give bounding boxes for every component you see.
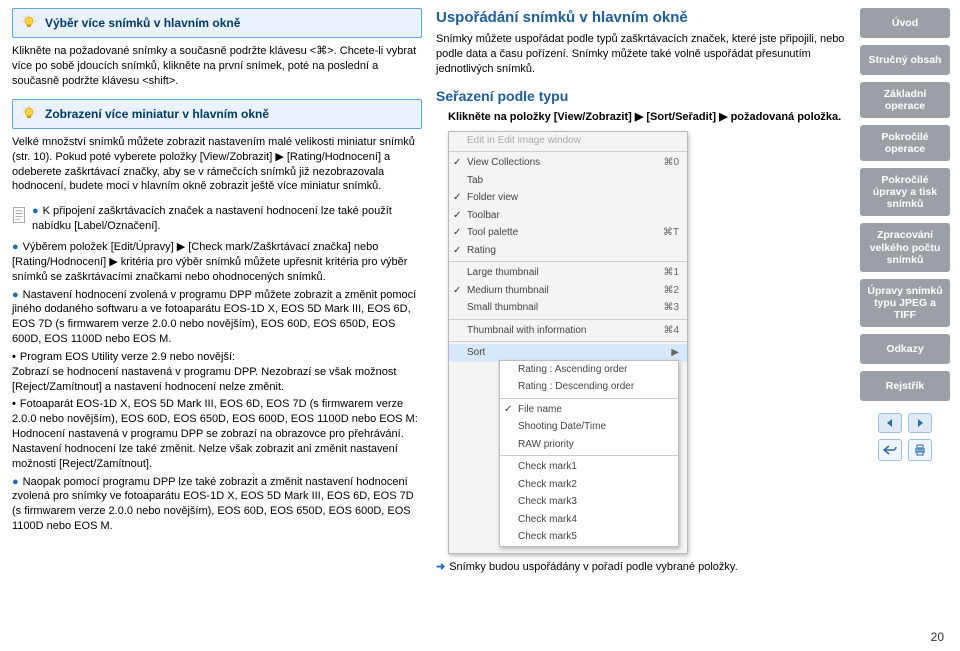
subitem-2: •Fotoaparát EOS-1D X, EOS 5D Mark III, E… (12, 397, 422, 471)
heading-sort-type: Seřazení podle typu (436, 87, 846, 106)
sort-check5[interactable]: Check mark5 (500, 528, 678, 546)
heading-arrange: Uspořádání snímků v hlavním okně (436, 8, 846, 28)
sort-step: Klikněte na položky [View/Zobrazit] ▶ [S… (448, 110, 846, 125)
sidebar: Úvod Stručný obsah Základní operace Pokr… (860, 8, 950, 574)
lightbulb-icon (21, 15, 37, 31)
sort-check4[interactable]: Check mark4 (500, 511, 678, 529)
page-next-button[interactable] (908, 413, 932, 433)
sort-raw-priority[interactable]: RAW priority (500, 436, 678, 454)
note-icon (12, 206, 26, 224)
arrange-intro: Snímky můžete uspořádat podle typů zaškr… (436, 32, 846, 77)
menu-thumb-info[interactable]: Thumbnail with information⌘4 (449, 322, 687, 340)
menu-edit-image: Edit in Edit image window (449, 132, 687, 150)
bullet-1: ●Výběrem položek [Edit/Úpravy] ▶ [Check … (12, 240, 422, 285)
sort-rating-asc[interactable]: Rating : Ascending order (500, 361, 678, 379)
menu-medium-thumb[interactable]: Medium thumbnail⌘2 (449, 282, 687, 300)
pager (860, 413, 950, 433)
nav-advanced[interactable]: Pokročilé operace (860, 125, 950, 161)
nav-jpeg-tiff[interactable]: Úpravy snímků typu JPEG a TIFF (860, 279, 950, 327)
menu-tool-palette[interactable]: Tool palette⌘T (449, 224, 687, 242)
page-prev-button[interactable] (878, 413, 902, 433)
sort-submenu: Rating : Ascending order Rating : Descen… (499, 360, 679, 547)
menu-view-collections[interactable]: View Collections⌘0 (449, 154, 687, 172)
nav-basic[interactable]: Základní operace (860, 82, 950, 118)
attach-intro: ●K připojení zaškrtávacích značek a nast… (12, 204, 422, 234)
menu-toolbar[interactable]: Toolbar (449, 207, 687, 225)
sort-filename[interactable]: File name (500, 401, 678, 419)
nav-links[interactable]: Odkazy (860, 334, 950, 364)
menu-tab[interactable]: Tab (449, 172, 687, 190)
tip1-body: Klikněte na požadované snímky a současně… (12, 44, 422, 89)
nav-batch[interactable]: Zpracování velkého počtu snímků (860, 223, 950, 271)
back-button[interactable] (878, 439, 902, 461)
sort-check1[interactable]: Check mark1 (500, 458, 678, 476)
nav-adv-edit-print[interactable]: Pokročilé úpravy a tisk snímků (860, 168, 950, 216)
tip2-title: Zobrazení více miniatur v hlavním okně (45, 106, 269, 122)
tip-box-more-thumbs: Zobrazení více miniatur v hlavním okně (12, 99, 422, 129)
menu-folder-view[interactable]: Folder view (449, 189, 687, 207)
subitem-1: •Program EOS Utility verze 2.9 nebo nově… (12, 350, 422, 395)
sort-rating-desc[interactable]: Rating : Descending order (500, 378, 678, 396)
arrow-icon: ➜ (436, 561, 445, 573)
sort-check2[interactable]: Check mark2 (500, 476, 678, 494)
print-button[interactable] (908, 439, 932, 461)
sort-date[interactable]: Shooting Date/Time (500, 418, 678, 436)
nav-contents[interactable]: Stručný obsah (860, 45, 950, 75)
menu-large-thumb[interactable]: Large thumbnail⌘1 (449, 264, 687, 282)
sort-check3[interactable]: Check mark3 (500, 493, 678, 511)
menu-rating[interactable]: Rating (449, 242, 687, 260)
page-number: 20 (931, 629, 944, 645)
view-menu: Edit in Edit image window View Collectio… (448, 131, 688, 554)
tip2-body: Velké množství snímků můžete zobrazit na… (12, 135, 422, 194)
nav-index[interactable]: Rejstřík (860, 371, 950, 401)
lightbulb-icon (21, 106, 37, 122)
result-line: ➜Snímky budou uspořádány v pořadí podle … (436, 560, 846, 575)
tip-box-select-multiple: Výběr více snímků v hlavním okně (12, 8, 422, 38)
nav-intro[interactable]: Úvod (860, 8, 950, 38)
tool-buttons (860, 439, 950, 461)
menu-small-thumb[interactable]: Small thumbnail⌘3 (449, 299, 687, 317)
tip1-title: Výběr více snímků v hlavním okně (45, 15, 240, 31)
bullet-3: ●Naopak pomocí programu DPP lze také zob… (12, 475, 422, 534)
bullet-2: ●Nastavení hodnocení zvolená v programu … (12, 288, 422, 347)
